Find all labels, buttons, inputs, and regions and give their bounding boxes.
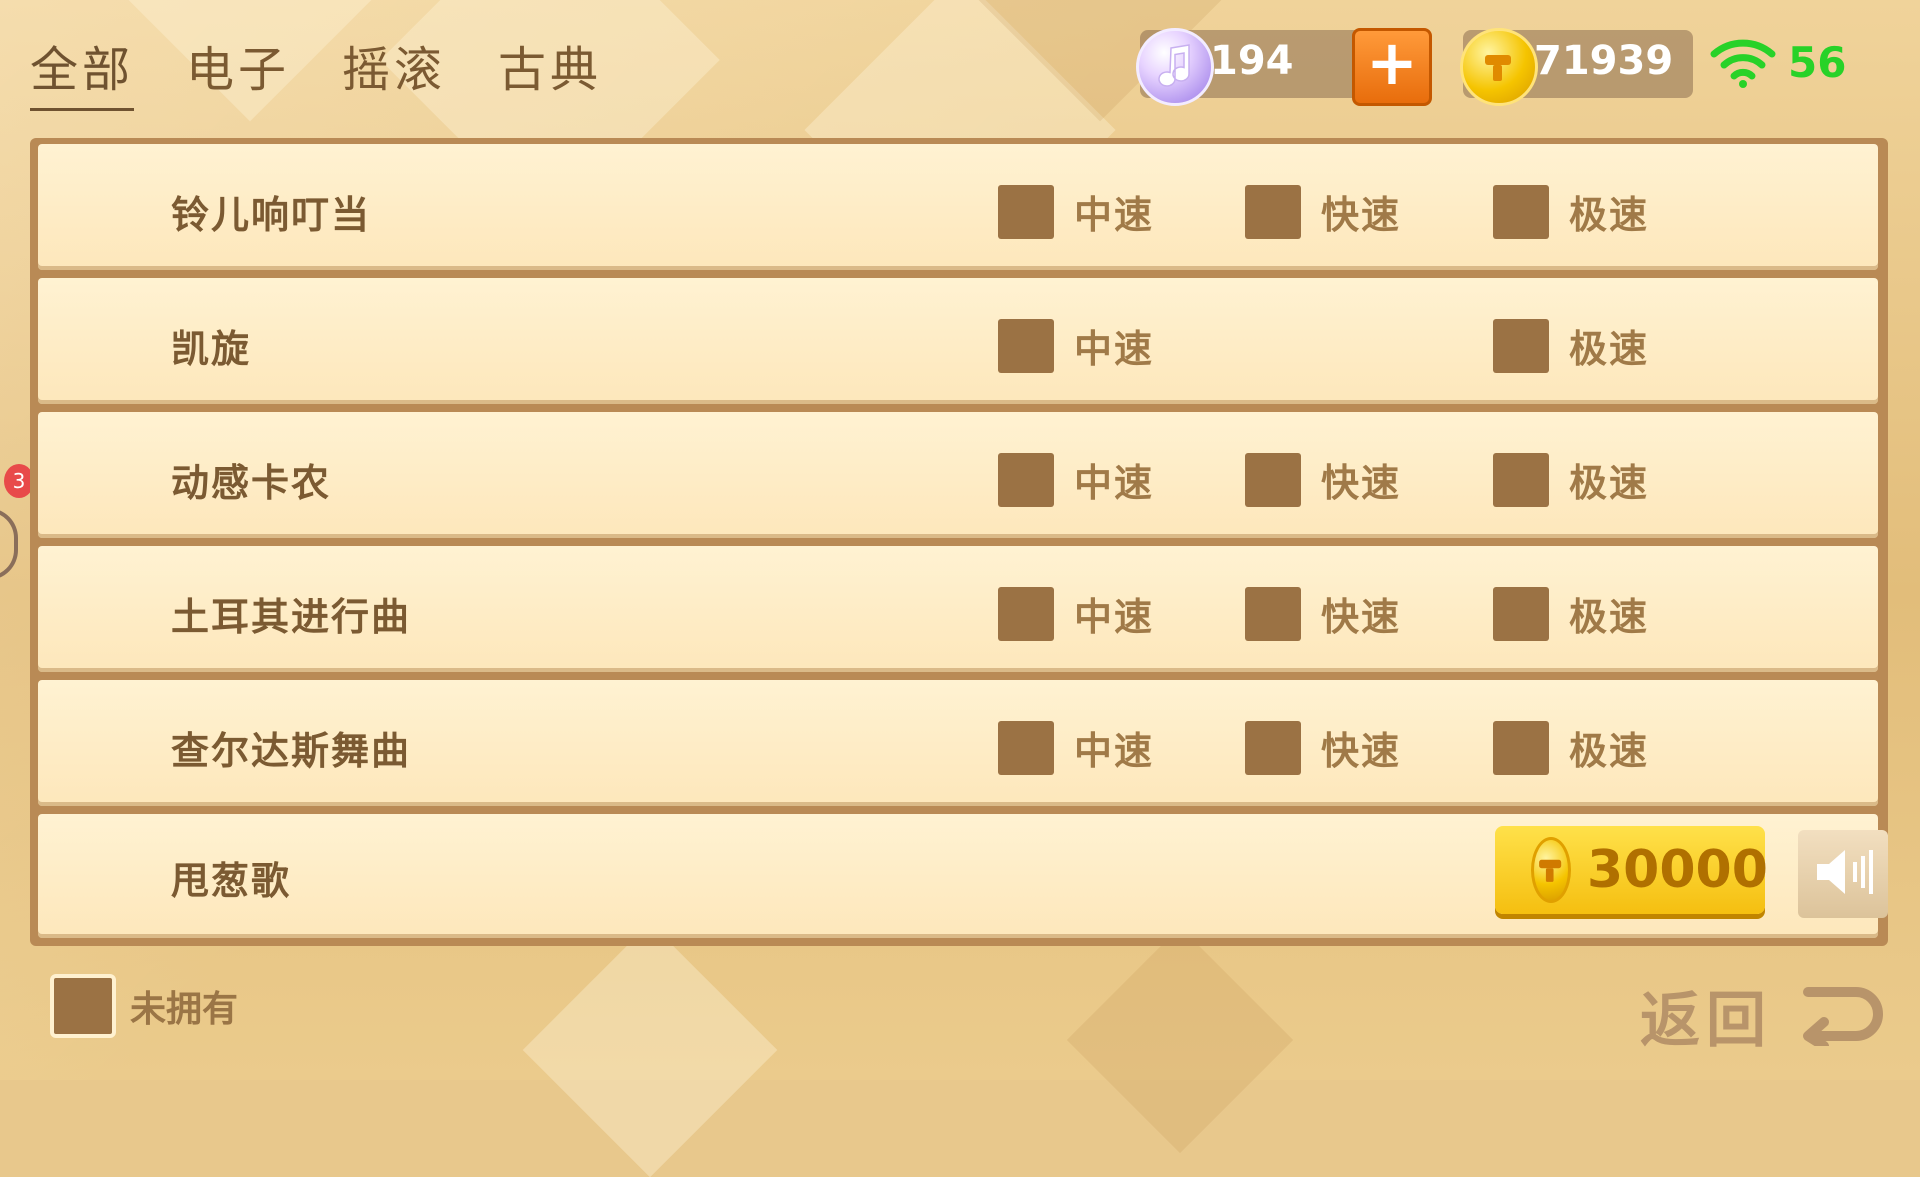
return-arrow-icon <box>1794 982 1890 1051</box>
checkbox[interactable] <box>998 184 1054 239</box>
checkbox[interactable] <box>1245 720 1301 775</box>
checkbox[interactable] <box>1493 184 1549 239</box>
speed-option-fast[interactable]: 快速 <box>1245 452 1401 507</box>
music-note-icon <box>1136 28 1214 106</box>
song-name: 铃儿响叮当 <box>171 193 372 237</box>
checkbox[interactable] <box>1245 184 1301 239</box>
wifi-icon <box>1710 38 1776 92</box>
option-label: 中速 <box>1074 595 1155 639</box>
song-row: 动感卡农 中速 快速 极速 <box>38 412 1878 538</box>
checkbox[interactable] <box>998 452 1054 507</box>
gold-coin-icon <box>1531 837 1571 903</box>
option-label: 极速 <box>1569 729 1650 773</box>
option-label: 快速 <box>1321 193 1402 237</box>
option-label: 中速 <box>1074 193 1155 237</box>
speed-option-fast[interactable]: 快速 <box>1245 586 1401 641</box>
option-label: 极速 <box>1569 461 1650 505</box>
speed-option-extreme[interactable]: 极速 <box>1493 318 1649 373</box>
checkbox[interactable] <box>1245 452 1301 507</box>
checkbox[interactable] <box>1245 586 1301 641</box>
option-label: 极速 <box>1569 193 1650 237</box>
preview-sound-button[interactable] <box>1798 830 1888 918</box>
speed-option-medium[interactable]: 中速 <box>998 586 1154 641</box>
checkbox[interactable] <box>998 586 1054 641</box>
song-name: 动感卡农 <box>171 461 332 505</box>
speed-option-extreme[interactable]: 极速 <box>1493 586 1649 641</box>
add-notes-button[interactable]: + <box>1352 28 1432 106</box>
song-row: 铃儿响叮当 中速 快速 极速 <box>38 144 1878 270</box>
category-tabs: 全部 电子 摇滚 古典 <box>30 30 602 111</box>
speed-option-fast[interactable]: 快速 <box>1245 720 1401 775</box>
song-name: 凯旋 <box>171 327 252 371</box>
option-label: 极速 <box>1569 327 1650 371</box>
option-label: 中速 <box>1074 327 1155 371</box>
legend-label: 未拥有 <box>130 989 239 1030</box>
option-label: 极速 <box>1569 595 1650 639</box>
gold-coin-icon <box>1460 28 1538 106</box>
option-label: 快速 <box>1321 729 1402 773</box>
coin-count: 71939 <box>1534 38 1674 84</box>
speed-option-medium[interactable]: 中速 <box>998 184 1154 239</box>
song-row: 查尔达斯舞曲 中速 快速 极速 <box>38 680 1878 806</box>
legend: 未拥有 <box>50 974 238 1038</box>
song-name: 查尔达斯舞曲 <box>171 729 412 773</box>
checkbox[interactable] <box>1493 586 1549 641</box>
tab-all[interactable]: 全部 <box>30 30 135 111</box>
tab-electronic[interactable]: 电子 <box>186 30 290 111</box>
option-label: 中速 <box>1074 729 1155 773</box>
option-label: 快速 <box>1321 595 1402 639</box>
option-label: 快速 <box>1321 461 1402 505</box>
checkbox[interactable] <box>1493 720 1549 775</box>
speed-option-medium[interactable]: 中速 <box>998 720 1154 775</box>
speed-option-extreme[interactable]: 极速 <box>1493 184 1649 239</box>
back-label: 返回 <box>1640 986 1772 1056</box>
speed-option-fast[interactable]: 快速 <box>1245 184 1401 239</box>
song-row: 土耳其进行曲 中速 快速 极速 <box>38 546 1878 672</box>
speed-option-extreme[interactable]: 极速 <box>1493 452 1649 507</box>
speed-option-medium[interactable]: 中速 <box>998 452 1154 507</box>
signal-strength: 56 <box>1788 38 1847 87</box>
buy-song-button[interactable]: 30000 <box>1495 826 1768 914</box>
checkbox[interactable] <box>1493 452 1549 507</box>
back-button[interactable]: 返回 <box>1640 972 1890 1059</box>
locked-song-row: 甩葱歌 30000 <box>38 814 1888 938</box>
checkbox[interactable] <box>998 318 1054 373</box>
tab-rock[interactable]: 摇滚 <box>342 30 446 111</box>
legend-swatch <box>50 974 116 1038</box>
song-row: 凯旋 中速 极速 <box>38 278 1878 404</box>
checkbox[interactable] <box>998 720 1054 775</box>
speaker-icon <box>1811 842 1875 906</box>
note-count: 194 <box>1210 38 1294 84</box>
tab-classical[interactable]: 古典 <box>498 30 602 111</box>
speed-option-extreme[interactable]: 极速 <box>1493 720 1649 775</box>
option-label: 中速 <box>1074 461 1155 505</box>
speed-option-medium[interactable]: 中速 <box>998 318 1154 373</box>
song-name: 土耳其进行曲 <box>171 595 412 639</box>
song-name: 甩葱歌 <box>171 859 292 903</box>
checkbox[interactable] <box>1493 318 1549 373</box>
song-price: 30000 <box>1587 840 1768 900</box>
